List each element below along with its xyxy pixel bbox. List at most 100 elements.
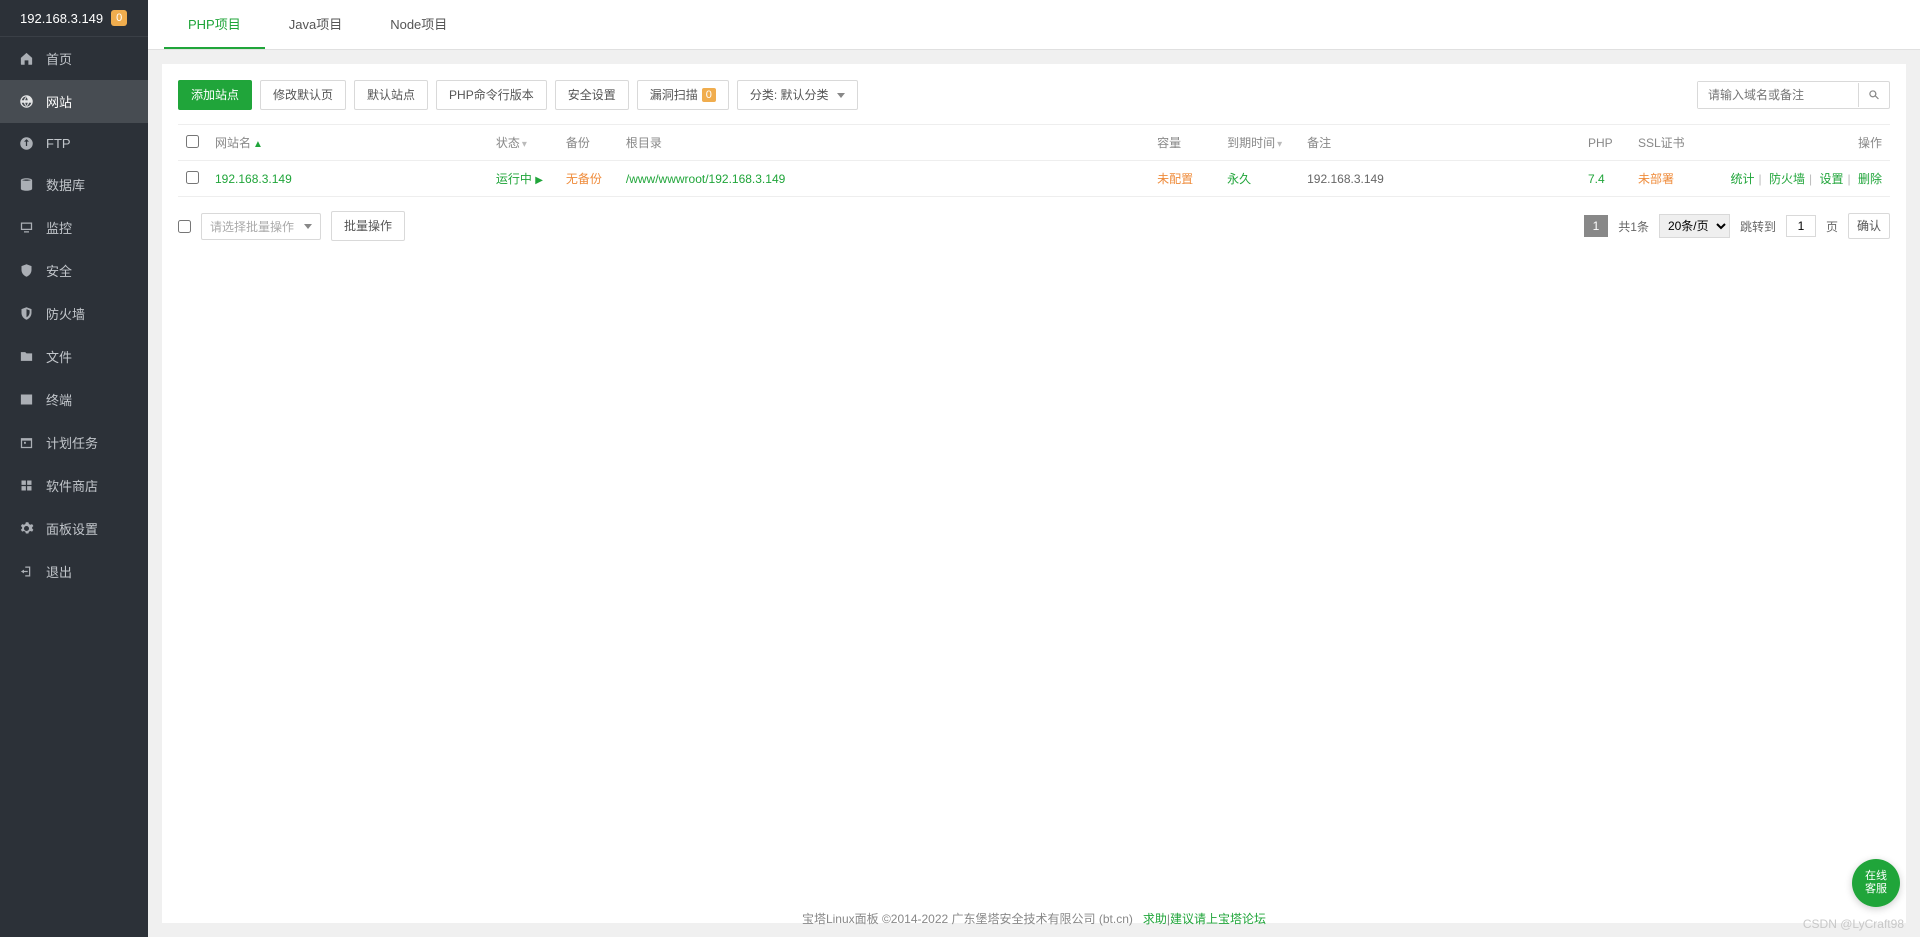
page-size-select[interactable]: 20条/页 bbox=[1659, 214, 1730, 238]
nav-settings[interactable]: 面板设置 bbox=[0, 507, 148, 550]
play-icon: ▶ bbox=[535, 175, 543, 186]
nav-label: 网站 bbox=[46, 92, 72, 111]
search-box bbox=[1697, 81, 1890, 109]
category-label: 分类: 默认分类 bbox=[750, 86, 829, 104]
sort-icon: ▾ bbox=[1277, 139, 1282, 150]
clock-icon bbox=[18, 435, 34, 451]
tab-node[interactable]: Node项目 bbox=[366, 0, 471, 49]
batch-select-label: 请选择批量操作 bbox=[210, 218, 294, 235]
vuln-scan-badge: 0 bbox=[702, 88, 716, 102]
nav-website[interactable]: 网站 bbox=[0, 80, 148, 123]
nav-store[interactable]: 软件商店 bbox=[0, 464, 148, 507]
site-name-link[interactable]: 192.168.3.149 bbox=[215, 172, 292, 186]
footer-text: 宝塔Linux面板 ©2014-2022 广东堡塔安全技术有限公司 (bt.cn… bbox=[802, 912, 1133, 926]
nav-logout[interactable]: 退出 bbox=[0, 550, 148, 593]
sort-icon: ▾ bbox=[522, 139, 527, 150]
th-root: 根目录 bbox=[618, 125, 1149, 161]
jump-input[interactable] bbox=[1786, 215, 1816, 237]
search-input[interactable] bbox=[1698, 82, 1858, 108]
op-del[interactable]: 删除 bbox=[1858, 172, 1882, 186]
ftp-icon bbox=[18, 135, 34, 151]
nav-files[interactable]: 文件 bbox=[0, 335, 148, 378]
ssl-text[interactable]: 未部署 bbox=[1638, 172, 1674, 186]
th-backup: 备份 bbox=[558, 125, 618, 161]
watermark: CSDN @LyCraft98 bbox=[1803, 917, 1904, 931]
search-button[interactable] bbox=[1858, 83, 1889, 107]
nav-label: 首页 bbox=[46, 49, 72, 68]
toolbar: 添加站点 修改默认页 默认站点 PHP命令行版本 安全设置 漏洞扫描 0 分类:… bbox=[178, 80, 1890, 110]
th-expire[interactable]: 到期时间▾ bbox=[1219, 125, 1299, 161]
jump-label: 跳转到 bbox=[1740, 218, 1776, 235]
tab-java[interactable]: Java项目 bbox=[265, 0, 366, 49]
select-all-checkbox[interactable] bbox=[186, 135, 199, 148]
apps-icon bbox=[18, 478, 34, 494]
site-table: 网站名▲ 状态▾ 备份 根目录 容量 到期时间▾ 备注 PHP SSL证书 操作 bbox=[178, 124, 1890, 197]
nav-label: 退出 bbox=[46, 562, 72, 581]
php-version-link[interactable]: 7.4 bbox=[1588, 172, 1605, 186]
footer-forum-link[interactable]: 建议请上宝塔论坛 bbox=[1170, 912, 1266, 926]
page-total: 共1条 bbox=[1618, 218, 1649, 235]
nav-database[interactable]: 数据库 bbox=[0, 163, 148, 206]
nav-label: 监控 bbox=[46, 218, 72, 237]
edit-default-button[interactable]: 修改默认页 bbox=[260, 80, 346, 110]
tab-php[interactable]: PHP项目 bbox=[164, 0, 265, 49]
status-text[interactable]: 运行中 bbox=[496, 172, 532, 186]
th-status[interactable]: 状态▾ bbox=[488, 125, 558, 161]
op-waf[interactable]: 防火墙 bbox=[1769, 172, 1805, 186]
nav-list: 首页 网站 FTP 数据库 监控 安全 防火墙 文件 终端 计划任务 软件商店 … bbox=[0, 37, 148, 593]
nav-label: 数据库 bbox=[46, 175, 85, 194]
nav-home[interactable]: 首页 bbox=[0, 37, 148, 80]
vuln-scan-button[interactable]: 漏洞扫描 0 bbox=[637, 80, 729, 110]
notice-badge[interactable]: 0 bbox=[111, 10, 127, 26]
content-panel: 添加站点 修改默认页 默认站点 PHP命令行版本 安全设置 漏洞扫描 0 分类:… bbox=[162, 64, 1906, 923]
footer: 宝塔Linux面板 ©2014-2022 广东堡塔安全技术有限公司 (bt.cn… bbox=[148, 900, 1920, 937]
capacity-text[interactable]: 未配置 bbox=[1157, 172, 1193, 186]
folder-icon bbox=[18, 349, 34, 365]
row-checkbox[interactable] bbox=[186, 171, 199, 184]
batch-row: 请选择批量操作 批量操作 1 共1条 20条/页 跳转到 页 确认 bbox=[178, 211, 1890, 241]
th-ssl: SSL证书 bbox=[1630, 125, 1710, 161]
customer-service-fab[interactable]: 在线 客服 bbox=[1852, 859, 1900, 907]
jump-confirm-button[interactable]: 确认 bbox=[1848, 213, 1890, 239]
th-name[interactable]: 网站名▲ bbox=[207, 125, 488, 161]
page-current[interactable]: 1 bbox=[1584, 215, 1609, 237]
batch-select[interactable]: 请选择批量操作 bbox=[201, 213, 321, 240]
search-icon bbox=[1867, 88, 1881, 102]
nav-label: 文件 bbox=[46, 347, 72, 366]
default-site-button[interactable]: 默认站点 bbox=[354, 80, 428, 110]
remark-text[interactable]: 192.168.3.149 bbox=[1299, 161, 1580, 197]
project-tabs: PHP项目 Java项目 Node项目 bbox=[148, 0, 1920, 50]
root-path-link[interactable]: /www/wwwroot/192.168.3.149 bbox=[626, 172, 785, 186]
add-site-button[interactable]: 添加站点 bbox=[178, 80, 252, 110]
monitor-icon bbox=[18, 220, 34, 236]
nav-cron[interactable]: 计划任务 bbox=[0, 421, 148, 464]
table-row: 192.168.3.149 运行中 ▶ 无备份 /www/wwwroot/192… bbox=[178, 161, 1890, 197]
category-button[interactable]: 分类: 默认分类 bbox=[737, 80, 858, 110]
nav-security[interactable]: 安全 bbox=[0, 249, 148, 292]
sidebar: 192.168.3.149 0 首页 网站 FTP 数据库 监控 安全 防火墙 … bbox=[0, 0, 148, 937]
security-button[interactable]: 安全设置 bbox=[555, 80, 629, 110]
nav-ftp[interactable]: FTP bbox=[0, 123, 148, 163]
globe-icon bbox=[18, 94, 34, 110]
nav-label: 计划任务 bbox=[46, 433, 98, 452]
nav-label: 安全 bbox=[46, 261, 72, 280]
pagination: 1 共1条 20条/页 跳转到 页 确认 bbox=[1584, 213, 1890, 239]
php-cli-button[interactable]: PHP命令行版本 bbox=[436, 80, 547, 110]
gear-icon bbox=[18, 521, 34, 537]
nav-terminal[interactable]: 终端 bbox=[0, 378, 148, 421]
expire-text[interactable]: 永久 bbox=[1227, 172, 1251, 186]
batch-checkbox[interactable] bbox=[178, 220, 191, 233]
nav-firewall[interactable]: 防火墙 bbox=[0, 292, 148, 335]
nav-label: 防火墙 bbox=[46, 304, 85, 323]
batch-exec-button[interactable]: 批量操作 bbox=[331, 211, 405, 241]
nav-label: 面板设置 bbox=[46, 519, 98, 538]
ops-cell: 统计| 防火墙| 设置| 删除 bbox=[1710, 161, 1890, 197]
chevron-down-icon bbox=[837, 93, 845, 98]
vuln-scan-label: 漏洞扫描 bbox=[650, 86, 698, 104]
nav-monitor[interactable]: 监控 bbox=[0, 206, 148, 249]
op-stat[interactable]: 统计 bbox=[1731, 172, 1755, 186]
footer-help-link[interactable]: 求助 bbox=[1143, 912, 1167, 926]
op-set[interactable]: 设置 bbox=[1820, 172, 1844, 186]
backup-text[interactable]: 无备份 bbox=[566, 172, 602, 186]
shield-icon bbox=[18, 263, 34, 279]
